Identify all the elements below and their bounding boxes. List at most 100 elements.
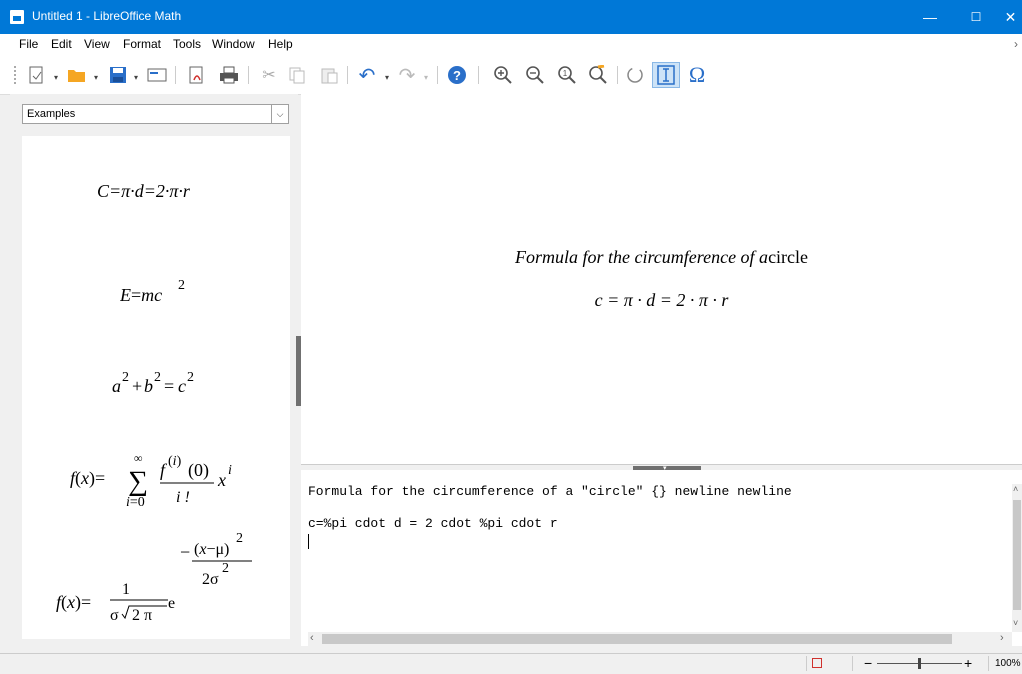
formula-preview[interactable]: Formula for the circumference of acircle… xyxy=(301,94,1022,464)
svg-text:σ: σ xyxy=(110,607,119,624)
toolbar-separator xyxy=(175,66,176,84)
example-gaussian[interactable]: f(x)= 1 σ 2 π e − (x−μ) 2 2σ 2 xyxy=(56,528,276,631)
menu-window[interactable]: Window xyxy=(212,37,255,51)
svg-text:2: 2 xyxy=(122,370,129,385)
example-mass-energy[interactable]: E=mc 2 xyxy=(119,274,210,311)
formula-render: C=π·d=2·π·r xyxy=(97,181,191,201)
copy-icon[interactable] xyxy=(286,64,308,86)
svg-text:i: i xyxy=(228,463,232,478)
preview-quoted-text: circle xyxy=(768,247,809,267)
formula-render: f(x)= ∞ ∑ i=0 f (i) (0) i ! x i xyxy=(70,451,232,510)
save-dropdown-icon[interactable]: ▾ xyxy=(134,73,138,82)
redo-icon[interactable]: ↷ xyxy=(396,64,418,87)
svg-text:2σ: 2σ xyxy=(202,571,219,588)
standard-toolbar: ▾ ▾ ▾ ✂ ↶ ▾ ↷ ▾ ? 1 Ω xyxy=(0,56,1022,95)
close-button[interactable]: ✕ xyxy=(999,0,1022,34)
formula-command-editor[interactable]: Formula for the circumference of a "circ… xyxy=(308,484,1008,632)
svg-text:x: x xyxy=(217,470,226,490)
title-bar: Untitled 1 - LibreOffice Math — ☐ ✕ xyxy=(0,0,1022,34)
menu-bar: File Edit View Format Tools Window Help … xyxy=(0,34,1022,56)
undo-icon[interactable]: ↶ xyxy=(356,64,378,87)
preview-equation: c = π · d = 2 · π · r xyxy=(594,290,729,310)
scrollbar-thumb[interactable] xyxy=(322,634,952,644)
svg-text:i=0: i=0 xyxy=(126,495,145,510)
svg-text:c: c xyxy=(178,376,186,396)
menu-view[interactable]: View xyxy=(84,37,110,51)
elements-list[interactable]: C=π·d=2·π·r E=mc 2 a 2 + b 2 = c 2 f(x)=… xyxy=(22,136,290,639)
editor-horizontal-scrollbar[interactable]: ‹ › xyxy=(308,632,1012,646)
menu-format[interactable]: Format xyxy=(123,37,161,51)
zoom-level[interactable]: 100% xyxy=(995,658,1021,669)
show-all-icon[interactable]: 1 xyxy=(556,64,578,86)
preview-italic-text: Formula for the circumference of a xyxy=(514,247,769,267)
zoom-in-button[interactable]: + xyxy=(964,655,972,671)
svg-text:?: ? xyxy=(453,68,461,83)
toolbar-separator xyxy=(347,66,348,84)
zoom-icon[interactable] xyxy=(587,64,609,86)
svg-text:(i): (i) xyxy=(168,454,182,469)
scroll-down-icon[interactable]: ˅ xyxy=(1013,618,1018,628)
document-modified-icon[interactable] xyxy=(812,658,822,668)
toolbar-grip[interactable] xyxy=(14,66,18,84)
svg-text:(x−μ): (x−μ) xyxy=(194,541,229,558)
zoom-out-button[interactable]: − xyxy=(864,655,872,671)
menu-help[interactable]: Help xyxy=(268,37,293,51)
svg-text:2: 2 xyxy=(154,370,161,385)
scroll-right-icon[interactable]: › xyxy=(1000,632,1004,644)
svg-text:e: e xyxy=(168,595,175,612)
redo-dropdown-icon[interactable]: ▾ xyxy=(424,73,428,82)
scroll-up-icon[interactable]: ˄ xyxy=(1013,484,1018,494)
dropdown-value: Examples xyxy=(27,108,76,120)
example-taylor-series[interactable]: f(x)= ∞ ∑ i=0 f (i) (0) i ! x i xyxy=(70,446,270,515)
svg-text:2: 2 xyxy=(236,531,243,546)
chevron-down-icon[interactable]: ⌵ xyxy=(271,105,288,123)
formula-cursor-button[interactable] xyxy=(652,62,680,88)
maximize-button[interactable]: ☐ xyxy=(953,0,999,34)
editor-line: Formula for the circumference of a "circ… xyxy=(308,484,792,499)
scrollbar-thumb[interactable] xyxy=(1013,500,1021,610)
toolbar-separator xyxy=(248,66,249,84)
update-icon[interactable] xyxy=(624,64,646,86)
libreoffice-math-icon xyxy=(10,10,24,24)
symbols-icon[interactable]: Ω xyxy=(686,62,708,87)
svg-text:f(x)=: f(x)= xyxy=(56,592,91,613)
zoom-out-icon[interactable] xyxy=(524,64,546,86)
status-bar: − + 100% xyxy=(0,653,1022,674)
save-icon[interactable] xyxy=(107,64,129,86)
email-icon[interactable] xyxy=(146,64,168,86)
help-icon[interactable]: ? xyxy=(446,64,468,86)
svg-text:+: + xyxy=(132,376,142,396)
editor-vertical-scrollbar[interactable]: ˄ ˅ xyxy=(1012,484,1022,632)
print-icon[interactable] xyxy=(218,64,240,86)
svg-text:2 π: 2 π xyxy=(132,607,152,624)
svg-text:f(x)=: f(x)= xyxy=(70,468,105,489)
new-dropdown-icon[interactable]: ▾ xyxy=(54,73,58,82)
toolbar-separator xyxy=(437,66,438,84)
new-icon[interactable] xyxy=(26,64,48,86)
svg-text:b: b xyxy=(144,376,153,396)
example-pythagoras[interactable]: a 2 + b 2 = c 2 xyxy=(112,364,222,403)
elements-category-dropdown[interactable]: Examples ⌵ xyxy=(22,104,289,124)
undo-dropdown-icon[interactable]: ▾ xyxy=(385,73,389,82)
svg-text:∞: ∞ xyxy=(134,451,143,465)
export-pdf-icon[interactable] xyxy=(186,64,208,86)
menu-tools[interactable]: Tools xyxy=(173,37,201,51)
menu-file[interactable]: File xyxy=(19,37,38,51)
cut-icon[interactable]: ✂ xyxy=(258,64,280,86)
open-icon[interactable] xyxy=(66,64,88,86)
menu-overflow-icon[interactable]: › xyxy=(1014,37,1018,51)
svg-text:2: 2 xyxy=(222,561,229,576)
paste-icon[interactable] xyxy=(318,64,340,86)
minimize-button[interactable]: — xyxy=(907,0,953,34)
example-circumference[interactable]: C=π·d=2·π·r xyxy=(97,178,247,209)
zoom-in-icon[interactable] xyxy=(492,64,514,86)
text-cursor xyxy=(308,534,309,549)
scroll-left-icon[interactable]: ‹ xyxy=(310,632,314,644)
formula-render: a 2 + b 2 = c 2 xyxy=(112,370,194,396)
toolbar-separator xyxy=(617,66,618,84)
zoom-slider-thumb[interactable] xyxy=(918,658,921,669)
svg-text:C=π·d=2·π·r: C=π·d=2·π·r xyxy=(97,181,191,201)
menu-edit[interactable]: Edit xyxy=(51,37,72,51)
open-dropdown-icon[interactable]: ▾ xyxy=(94,73,98,82)
